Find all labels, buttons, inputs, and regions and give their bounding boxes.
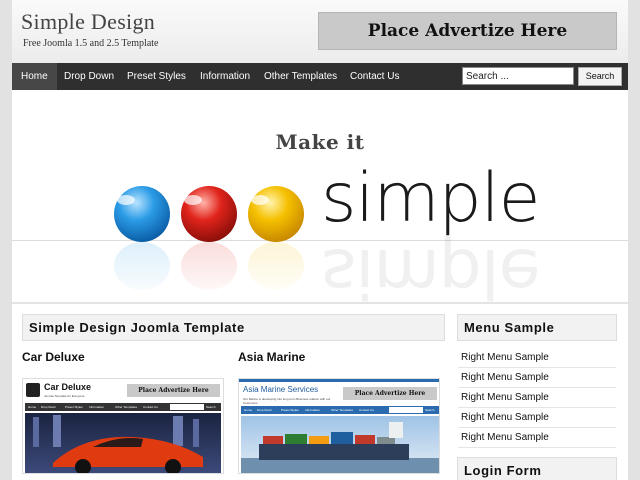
nav-item-preset-styles[interactable]: Preset Styles: [118, 63, 195, 90]
hero-banner: Make it simple simple: [12, 90, 628, 302]
main-section-heading: Simple Design Joomla Template: [22, 314, 445, 341]
hero-word-reflection: simple: [321, 233, 540, 302]
sidebar-menu-item[interactable]: Right Menu Sample: [458, 428, 616, 448]
thumb-site-title: Car Deluxe: [44, 382, 92, 392]
site-tagline: Free Joomla 1.5 and 2.5 Template: [23, 38, 159, 49]
site-header: Simple Design Free Joomla 1.5 and 2.5 Te…: [12, 0, 628, 63]
item-title-car-deluxe[interactable]: Car Deluxe: [22, 350, 85, 364]
hero-word: simple: [321, 159, 540, 238]
search-button[interactable]: Search: [578, 67, 622, 86]
thumb-nav: Home Drop Down Preset Styles Information…: [241, 406, 439, 414]
yellow-ball-icon: [248, 186, 304, 242]
thumb-site-tagline: Our Marine is developing into long term …: [243, 397, 331, 405]
nav-item-home[interactable]: Home: [12, 63, 57, 90]
car-logo-icon: [26, 383, 40, 397]
thumbnail-asia-marine[interactable]: Asia Marine Services Our Marine is devel…: [238, 378, 440, 474]
sidebar-menu-item[interactable]: Right Menu Sample: [458, 388, 616, 408]
page: Simple Design Free Joomla 1.5 and 2.5 Te…: [12, 0, 628, 480]
thumb-car-image: [25, 413, 221, 473]
search-input[interactable]: [462, 67, 574, 85]
sidebar-login-heading: Login Form: [457, 457, 617, 480]
blue-ball-icon: [114, 186, 170, 242]
item-title-asia-marine[interactable]: Asia Marine: [238, 350, 305, 364]
site-title[interactable]: Simple Design: [21, 9, 155, 35]
sidebar-menu-item[interactable]: Right Menu Sample: [458, 368, 616, 388]
thumb-ad: Place Advertize Here: [343, 387, 437, 400]
sidebar-menu-item[interactable]: Right Menu Sample: [458, 408, 616, 428]
thumbnail-car-deluxe[interactable]: Car Deluxe Joomla Template for Everyone …: [22, 378, 224, 474]
nav-item-contact-us[interactable]: Contact Us: [341, 63, 408, 90]
content-divider: [12, 302, 628, 304]
nav-item-drop-down[interactable]: Drop Down: [55, 63, 123, 90]
red-ball-icon: [181, 186, 237, 242]
thumb-ship-image: [241, 416, 439, 473]
sidebar-menu-item[interactable]: Right Menu Sample: [458, 348, 616, 368]
ad-banner[interactable]: Place Advertize Here: [318, 12, 617, 50]
thumb-site-title: Asia Marine Services: [243, 385, 319, 394]
sidebar-menu-heading: Menu Sample: [457, 314, 617, 341]
thumb-nav: Home Drop Down Preset Styles Information…: [25, 403, 221, 411]
thumb-site-tagline: Joomla Template for Everyone: [44, 394, 85, 398]
thumb-ad: Place Advertize Here: [127, 384, 220, 397]
nav-item-information[interactable]: Information: [191, 63, 259, 90]
nav-item-other-templates[interactable]: Other Templates: [255, 63, 346, 90]
